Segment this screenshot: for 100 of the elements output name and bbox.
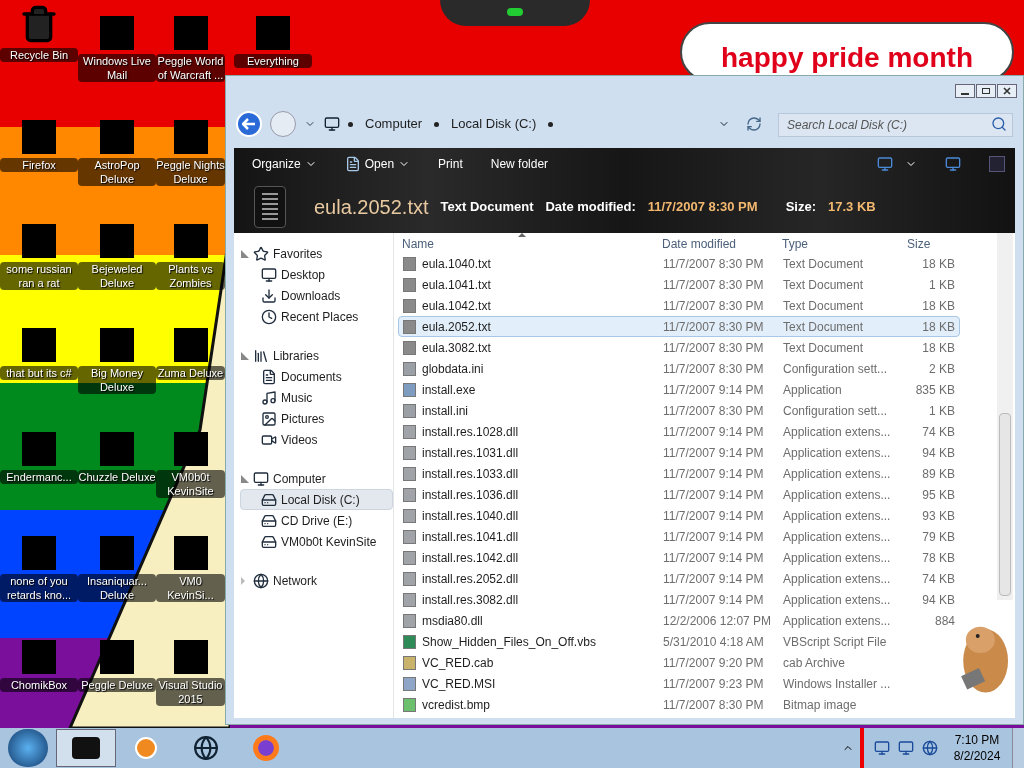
expanded-arrow-icon[interactable] xyxy=(241,474,249,483)
file-row[interactable]: Show_Hidden_Files_On_Off.vbs 5/31/2010 4:18 AM VBScript Script File xyxy=(398,631,960,652)
desktop-icon-label[interactable]: Recycle Bin xyxy=(0,48,78,62)
desktop-icon-label[interactable]: Chuzzle Deluxe xyxy=(78,470,156,484)
desktop-icon-label[interactable]: Everything xyxy=(234,54,312,68)
file-row[interactable]: install.exe 11/7/2007 9:14 PM Application 835 KB xyxy=(398,379,960,400)
file-row[interactable]: vcredist.bmp 11/7/2007 8:30 PM Bitmap image xyxy=(398,694,960,715)
desktop-icon-label[interactable]: Bejeweled Deluxe xyxy=(78,262,156,290)
file-row[interactable]: eula.1042.txt 11/7/2007 8:30 PM Text Document 18 KB xyxy=(398,295,960,316)
censor-square-icon[interactable] xyxy=(173,224,208,258)
file-name-cell-text: eula.1040.txt xyxy=(422,255,491,273)
file-row[interactable]: install.res.1041.dll 11/7/2007 9:14 PM Application extens... 79 KB xyxy=(398,526,960,547)
expanded-arrow-icon[interactable] xyxy=(241,351,249,360)
desktop-icon-label[interactable]: Insaniquar... Deluxe xyxy=(78,574,156,602)
file-row[interactable]: install.ini 11/7/2007 8:30 PM Configuration sett... 1 KB xyxy=(398,400,960,421)
toolbar-button[interactable]: Print xyxy=(430,155,471,173)
network-icon[interactable] xyxy=(898,740,914,756)
file-row[interactable]: eula.1041.txt 11/7/2007 8:30 PM Text Document 1 KB xyxy=(398,274,960,295)
scrollbar[interactable] xyxy=(997,233,1013,600)
nav-item[interactable]: Videos xyxy=(240,429,393,450)
nav-item[interactable]: Network xyxy=(240,570,393,591)
file-row[interactable]: VC_RED.MSI 11/7/2007 9:23 PM Windows Installer ... xyxy=(398,673,960,694)
file-row[interactable]: msdia80.dll 12/2/2006 12:07 PM Application extens... 884 xyxy=(398,610,960,631)
desktop-icon-label[interactable]: Big Money Deluxe xyxy=(78,366,156,394)
tray-icon[interactable] xyxy=(874,740,890,756)
desktop-icon-label[interactable]: none of you retards kno... xyxy=(0,574,78,602)
preview-pane-icon[interactable] xyxy=(945,156,961,172)
file-row[interactable]: install.res.1033.dll 11/7/2007 9:14 PM Application extens... 89 KB xyxy=(398,463,960,484)
column-header[interactable]: Date modified xyxy=(658,235,778,253)
clock-time[interactable]: 7:10 PM xyxy=(954,732,1000,748)
censor-square-icon[interactable] xyxy=(173,640,208,674)
computer-icon xyxy=(253,470,269,487)
file-row[interactable]: eula.1040.txt 11/7/2007 8:30 PM Text Document 18 KB xyxy=(398,253,960,274)
breadcrumb-item[interactable]: Local Disk (C:) xyxy=(447,114,541,134)
desktop-icon-label[interactable]: Zuma Deluxe xyxy=(156,366,225,380)
view-icon[interactable] xyxy=(877,156,893,172)
forward-button[interactable] xyxy=(270,111,296,137)
start-button[interactable] xyxy=(8,729,48,767)
toolbar-button[interactable]: Open xyxy=(336,155,419,173)
desktop-icon-label[interactable]: Windows Live Mail xyxy=(78,54,156,82)
file-row[interactable]: install.res.1042.dll 11/7/2007 9:14 PM Application extens... 78 KB xyxy=(398,547,960,568)
nav-item[interactable]: VM0b0t KevinSite xyxy=(240,531,393,552)
breadcrumb-item[interactable]: Computer xyxy=(361,114,427,134)
close-button[interactable] xyxy=(997,84,1017,98)
file-name: eula.2052.txt xyxy=(314,194,429,220)
desktop-icon-label[interactable]: Plants vs Zombies xyxy=(156,262,225,290)
nav-item[interactable]: Libraries xyxy=(240,345,393,366)
nav-item[interactable]: Pictures xyxy=(240,408,393,429)
toolbar-button[interactable]: New folder xyxy=(482,155,557,173)
column-header[interactable]: Name xyxy=(398,235,658,253)
file-row[interactable]: install.res.1036.dll 11/7/2007 9:14 PM Application extens... 95 KB xyxy=(398,484,960,505)
nav-item[interactable]: Downloads xyxy=(240,285,393,306)
date-cell-text: 11/7/2007 9:14 PM xyxy=(662,486,765,504)
file-row[interactable]: install.res.3082.dll 11/7/2007 9:14 PM Application extens... 94 KB xyxy=(398,589,960,610)
desktop-icon-label[interactable]: Peggle World of Warcraft ... xyxy=(156,54,225,82)
refresh-icon[interactable] xyxy=(746,116,762,132)
desktop-icon-label[interactable]: Visual Studio 2015 xyxy=(156,678,225,706)
column-header[interactable]: Type xyxy=(778,235,903,253)
desktop-icon-label[interactable]: some russian ran a rat xyxy=(0,262,78,290)
file-row[interactable]: globdata.ini 11/7/2007 8:30 PM Configuration sett... 2 KB xyxy=(398,358,960,379)
search-field[interactable]: Search Local Disk (C:) xyxy=(778,113,1013,137)
show-desktop-button[interactable] xyxy=(1012,728,1024,768)
nav-item[interactable]: Music xyxy=(240,387,393,408)
file-row[interactable]: VC_RED.cab 11/7/2007 9:20 PM cab Archive xyxy=(398,652,960,673)
nav-item[interactable]: Favorites xyxy=(240,243,393,264)
file-row[interactable]: install.res.2052.dll 11/7/2007 9:14 PM Application extens... 74 KB xyxy=(398,568,960,589)
censor-square-icon[interactable] xyxy=(173,536,208,570)
minimize-button[interactable] xyxy=(955,84,975,98)
censor-square-icon[interactable] xyxy=(173,120,208,154)
taskbar-app-button[interactable] xyxy=(56,729,116,767)
clock-date[interactable]: 8/2/2024 xyxy=(953,748,1001,764)
scrollbar-thumb[interactable] xyxy=(999,413,1011,596)
desktop-icon-label[interactable]: Endermanc... xyxy=(0,470,78,484)
column-header[interactable]: Size xyxy=(903,235,968,253)
search-icon[interactable] xyxy=(991,116,1007,132)
file-row[interactable]: eula.2052.txt 11/7/2007 8:30 PM Text Document 18 KB xyxy=(398,316,960,337)
nav-item[interactable]: CD Drive (E:) xyxy=(240,510,393,531)
desktop-icon-label[interactable]: Peggle Nights Deluxe xyxy=(156,158,225,186)
back-button[interactable] xyxy=(236,111,262,137)
file-row[interactable]: install.res.1040.dll 11/7/2007 9:14 PM Application extens... 93 KB xyxy=(398,505,960,526)
nav-item[interactable]: Documents xyxy=(240,366,393,387)
desktop-icon-label[interactable]: Firefox xyxy=(0,158,78,172)
file-row[interactable]: install.res.1028.dll 11/7/2007 9:14 PM Application extens... 74 KB xyxy=(398,421,960,442)
toolbar-button[interactable]: Organize xyxy=(244,155,325,173)
desktop-icon-label[interactable]: VM0 KevinSi... xyxy=(156,574,225,602)
expanded-arrow-icon[interactable] xyxy=(241,249,249,258)
file-row[interactable]: eula.3082.txt 11/7/2007 8:30 PM Text Document 18 KB xyxy=(398,337,960,358)
maximize-button[interactable] xyxy=(976,84,996,98)
desktop-icon-label[interactable]: Peggle Deluxe xyxy=(78,678,156,692)
desktop-icon-label[interactable]: that but its c# xyxy=(0,366,78,380)
desktop-icon-label[interactable]: AstroPop Deluxe xyxy=(78,158,156,186)
nav-item[interactable]: Desktop xyxy=(240,264,393,285)
desktop-icon-label[interactable]: ChomikBox xyxy=(0,678,78,692)
size-cell-text: 94 KB xyxy=(922,591,955,609)
censor-square-icon[interactable] xyxy=(173,328,208,362)
nav-item[interactable]: Recent Places xyxy=(240,306,393,327)
file-row[interactable]: install.res.1031.dll 11/7/2007 9:14 PM Application extens... 94 KB xyxy=(398,442,960,463)
size-cell-text: 74 KB xyxy=(922,570,955,588)
nav-item[interactable]: Local Disk (C:) xyxy=(240,489,393,510)
nav-item[interactable]: Computer xyxy=(240,468,393,489)
